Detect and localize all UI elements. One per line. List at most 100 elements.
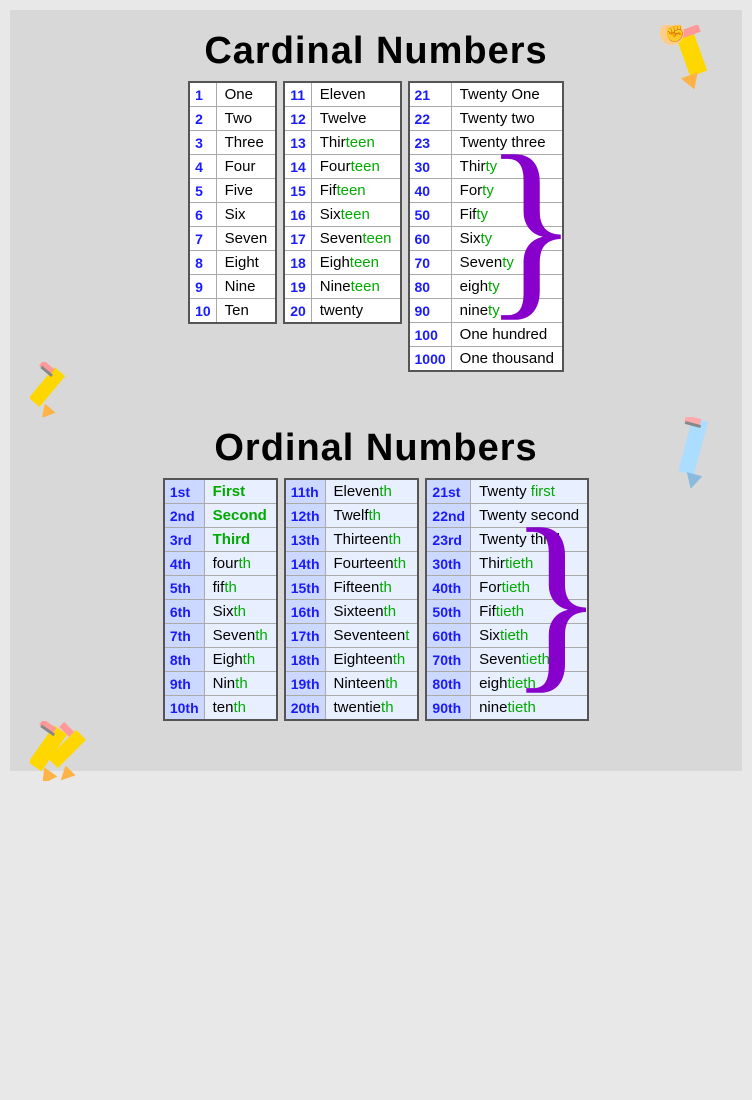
word-cell: Thirteenth	[325, 528, 418, 552]
pencil-ordinal-bottom-icon	[30, 721, 105, 786]
number-cell: 1	[189, 82, 216, 107]
table-row: 10Ten	[189, 299, 276, 324]
word-cell: Eighteen	[311, 251, 400, 275]
word-cell: Three	[216, 131, 276, 155]
number-cell: 12th	[285, 504, 325, 528]
word-cell: Nineteen	[311, 275, 400, 299]
number-cell: 3	[189, 131, 216, 155]
table-row: 2Two	[189, 107, 276, 131]
number-cell: 30	[409, 155, 452, 179]
table-row: 16Sixteen	[284, 203, 400, 227]
ordinal-table-1: 1stFirst2ndSecond3rdThird4thfourth5thfif…	[163, 478, 278, 721]
number-cell: 60	[409, 227, 452, 251]
table-row: 14Fourteen	[284, 155, 400, 179]
table-row: 15thFifteenth	[285, 576, 419, 600]
number-cell: 14th	[285, 552, 325, 576]
table-row: 14thFourteenth	[285, 552, 419, 576]
number-cell: 2nd	[164, 504, 204, 528]
number-cell: 3rd	[164, 528, 204, 552]
page: ✊ Cardinal Numbers 1One2Two3Three4Four5 F…	[10, 10, 742, 771]
number-cell: 9	[189, 275, 216, 299]
table-row: 5thfifth	[164, 576, 277, 600]
number-cell: 4	[189, 155, 216, 179]
table-row: 18Eighteen	[284, 251, 400, 275]
word-cell: Two	[216, 107, 276, 131]
word-cell: Fourteenth	[325, 552, 418, 576]
number-cell: 23	[409, 131, 452, 155]
table-row: 13Thirteen	[284, 131, 400, 155]
number-cell: 23rd	[426, 528, 470, 552]
table-row: 12thTwelfth	[285, 504, 419, 528]
number-cell: 18	[284, 251, 311, 275]
number-cell: 50	[409, 203, 452, 227]
word-cell: Eighteenth	[325, 648, 418, 672]
word-cell: Thirteen	[311, 131, 400, 155]
number-cell: 80th	[426, 672, 470, 696]
table-row: 7Seven	[189, 227, 276, 251]
table-row: 9Nine	[189, 275, 276, 299]
number-cell: 40	[409, 179, 452, 203]
ordinal-title: Ordinal Numbers	[25, 427, 727, 470]
cardinal-header: ✊ Cardinal Numbers	[25, 30, 727, 73]
number-cell: 12	[284, 107, 311, 131]
table-row: 3rdThird	[164, 528, 277, 552]
word-cell: Twelfth	[325, 504, 418, 528]
number-cell: 15th	[285, 576, 325, 600]
number-cell: 70	[409, 251, 452, 275]
purple-brace-icon: }	[483, 81, 579, 372]
number-cell: 16	[284, 203, 311, 227]
purple-brace-ordinal-icon: }	[508, 478, 604, 721]
number-cell: 4th	[164, 552, 204, 576]
word-cell: Seventeen	[311, 227, 400, 251]
word-cell: Four	[216, 155, 276, 179]
table-row: 20twenty	[284, 299, 400, 324]
table-row: 19Nineteen	[284, 275, 400, 299]
word-cell: twentieth	[325, 696, 418, 721]
number-cell: 8	[189, 251, 216, 275]
number-cell: 5	[189, 179, 216, 203]
word-cell: Ten	[216, 299, 276, 324]
number-cell: 100	[409, 323, 452, 347]
number-cell: 11th	[285, 479, 325, 504]
number-cell: 70th	[426, 648, 470, 672]
number-cell: 16th	[285, 600, 325, 624]
number-cell: 7th	[164, 624, 204, 648]
ordinal-table-2: 11thEleventh12thTwelfth13thThirteenth14t…	[284, 478, 420, 721]
number-cell: 13th	[285, 528, 325, 552]
table-row: 7thSeventh	[164, 624, 277, 648]
number-cell: 10th	[164, 696, 204, 721]
number-cell: 9th	[164, 672, 204, 696]
number-cell: 90th	[426, 696, 470, 721]
table-row: 2ndSecond	[164, 504, 277, 528]
pencil-top-right-icon: ✊	[652, 25, 722, 95]
table-row: 15Fifteen	[284, 179, 400, 203]
word-cell: First	[204, 479, 277, 504]
number-cell: 17	[284, 227, 311, 251]
table-row: 16thSixteenth	[285, 600, 419, 624]
word-cell: Eighth	[204, 648, 277, 672]
word-cell: Sixth	[204, 600, 277, 624]
number-cell: 11	[284, 82, 311, 107]
number-cell: 90	[409, 299, 452, 323]
table-row: 6Six	[189, 203, 276, 227]
number-cell: 21st	[426, 479, 470, 504]
table-row: 17thSeventeent	[285, 624, 419, 648]
table-row: 18thEighteenth	[285, 648, 419, 672]
table-row: 8Eight	[189, 251, 276, 275]
number-cell: 60th	[426, 624, 470, 648]
word-cell: Sixteenth	[325, 600, 418, 624]
svg-text:✊: ✊	[665, 25, 685, 43]
number-cell: 10	[189, 299, 216, 324]
ordinal-section: Ordinal Numbers 1stFirst2ndSecond3rdThir…	[25, 427, 727, 761]
ordinal-header: Ordinal Numbers	[25, 427, 727, 470]
table-row: 12Twelve	[284, 107, 400, 131]
table-row: 8thEighth	[164, 648, 277, 672]
word-cell: Second	[204, 504, 277, 528]
table-row: 6thSixth	[164, 600, 277, 624]
ordinal-tables: 1stFirst2ndSecond3rdThird4thfourth5thfif…	[25, 478, 727, 721]
word-cell: twenty	[311, 299, 400, 324]
table-row: 1One	[189, 82, 276, 107]
number-cell: 30th	[426, 552, 470, 576]
word-cell: Seventeent	[325, 624, 418, 648]
pencil-bottom-left-icon	[30, 362, 95, 422]
